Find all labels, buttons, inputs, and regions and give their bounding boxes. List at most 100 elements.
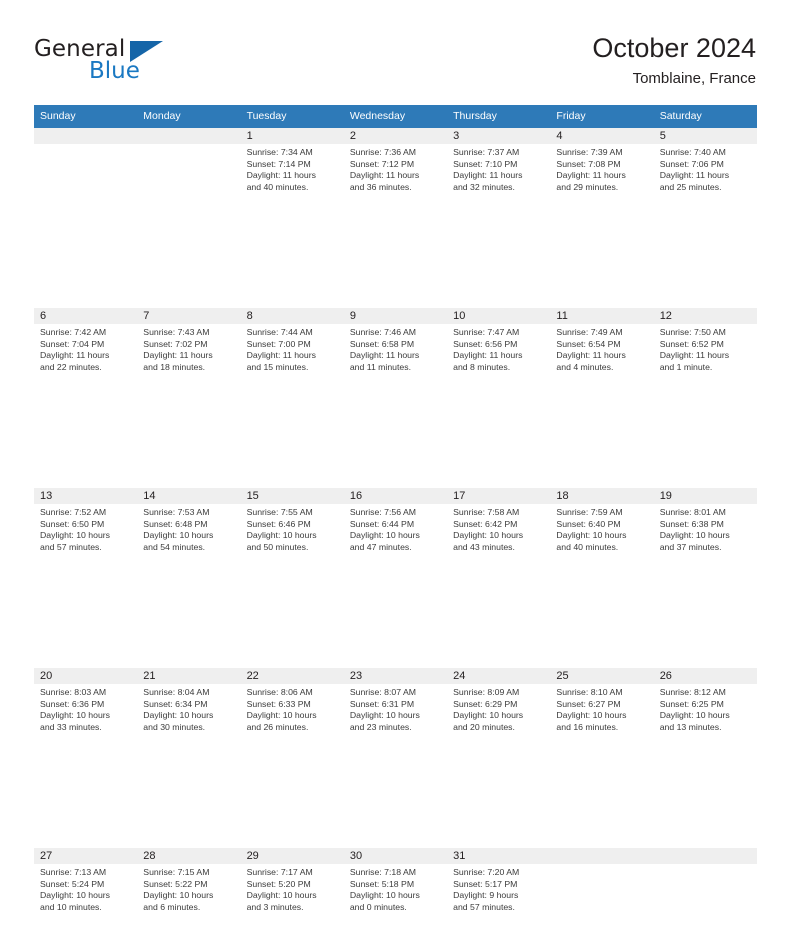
day-cell-content: 23 Sunrise: 8:07 AM Sunset: 6:31 PM Dayligh…: [343, 668, 448, 758]
calendar-day-cell[interactable]: 13 Sunrise: 7:52 AM Sunset: 6:50 PM Dayligh…: [34, 488, 138, 578]
day-number: [653, 848, 757, 864]
day-cell-content: 16 Sunrise: 7:56 AM Sunset: 6:44 PM Dayligh…: [343, 488, 448, 578]
calendar-day-cell[interactable]: 2 Sunrise: 7:36 AM Sunset: 7:12 PM Daylight…: [343, 128, 448, 218]
daylight-label-line2: and 40 minutes.: [246, 181, 309, 192]
daylight-label-line2: and 33 minutes.: [40, 721, 102, 732]
sunset-label: Sunset: 5:20 PM: [246, 878, 311, 889]
calendar-day-cell[interactable]: 1 Sunrise: 7:34 AM Sunset: 7:14 PM Daylight…: [240, 128, 344, 218]
calendar-day-cell[interactable]: 9 Sunrise: 7:46 AM Sunset: 6:58 PM Daylight…: [343, 308, 448, 398]
calendar-day-cell[interactable]: 10 Sunrise: 7:47 AM Sunset: 6:56 PM Dayligh…: [447, 308, 551, 398]
page-header: General Blue October 2024 Tomblaine, Fra…: [0, 0, 792, 100]
calendar-day-cell[interactable]: 18 Sunrise: 7:59 AM Sunset: 6:40 PM Dayligh…: [550, 488, 654, 578]
sunset-label: Sunset: 6:25 PM: [659, 698, 724, 709]
calendar-day-cell[interactable]: 5 Sunrise: 7:40 AM Sunset: 7:06 PM Daylight…: [653, 128, 757, 218]
day-number: 17: [447, 488, 551, 504]
day-cell-content: 31 Sunrise: 7:20 AM Sunset: 5:17 PM Dayligh…: [447, 848, 551, 938]
day-number: 28: [137, 848, 241, 864]
week-separator: [34, 218, 757, 308]
calendar-day-cell[interactable]: 21 Sunrise: 8:04 AM Sunset: 6:34 PM Dayligh…: [137, 668, 241, 758]
calendar-empty-cell: [550, 848, 654, 938]
day-cell-content: 29 Sunrise: 7:17 AM Sunset: 5:20 PM Dayligh…: [240, 848, 344, 938]
day-number: 25: [550, 668, 654, 684]
day-number: 23: [343, 668, 448, 684]
sunrise-label: Sunrise: 7:43 AM: [143, 327, 210, 337]
day-number: 26: [653, 668, 757, 684]
daylight-label-line2: and 3 minutes.: [246, 901, 304, 912]
calendar-day-cell[interactable]: 26 Sunrise: 8:12 AM Sunset: 6:25 PM Dayligh…: [653, 668, 757, 758]
sunrise-label: Sunrise: 7:36 AM: [349, 147, 417, 157]
calendar-day-cell[interactable]: 27 Sunrise: 7:13 AM Sunset: 5:24 PM Dayligh…: [34, 848, 138, 938]
day-details: Sunrise: 7:13 AM Sunset: 5:24 PM Daylight:…: [34, 864, 137, 913]
calendar-day-cell[interactable]: 15 Sunrise: 7:55 AM Sunset: 6:46 PM Dayligh…: [240, 488, 344, 578]
calendar-day-cell[interactable]: 3 Sunrise: 7:37 AM Sunset: 7:10 PM Daylight…: [447, 128, 551, 218]
calendar-day-cell[interactable]: 24 Sunrise: 8:09 AM Sunset: 6:29 PM Dayligh…: [447, 668, 551, 758]
calendar-day-cell[interactable]: 30 Sunrise: 7:18 AM Sunset: 5:18 PM Dayligh…: [343, 848, 448, 938]
daylight-label-line2: and 6 minutes.: [143, 901, 201, 912]
brand-logo: General Blue: [34, 36, 264, 94]
sunset-label: Sunset: 7:00 PM: [246, 338, 311, 349]
daylight-label-line2: and 29 minutes.: [556, 181, 619, 192]
daylight-label-line1: Daylight: 11 hours: [556, 170, 626, 181]
calendar-day-cell[interactable]: 14 Sunrise: 7:53 AM Sunset: 6:48 PM Dayligh…: [137, 488, 241, 578]
calendar-day-cell[interactable]: 19 Sunrise: 8:01 AM Sunset: 6:38 PM Dayligh…: [653, 488, 757, 578]
sunrise-label: Sunrise: 7:39 AM: [556, 147, 623, 157]
day-cell-content: 24 Sunrise: 8:09 AM Sunset: 6:29 PM Dayligh…: [447, 668, 551, 758]
calendar-day-cell[interactable]: 22 Sunrise: 8:06 AM Sunset: 6:33 PM Dayligh…: [240, 668, 344, 758]
calendar-day-cell[interactable]: 29 Sunrise: 7:17 AM Sunset: 5:20 PM Dayligh…: [240, 848, 344, 938]
day-number: 1: [240, 128, 344, 144]
sunrise-label: Sunrise: 7:52 AM: [40, 507, 107, 517]
day-cell-content: 5 Sunrise: 7:40 AM Sunset: 7:06 PM Daylight…: [653, 128, 757, 218]
calendar-day-cell[interactable]: 25 Sunrise: 8:10 AM Sunset: 6:27 PM Dayligh…: [550, 668, 654, 758]
day-number: 29: [240, 848, 344, 864]
daylight-label-line2: and 47 minutes.: [349, 541, 412, 552]
calendar-week-row: 13 Sunrise: 7:52 AM Sunset: 6:50 PM Dayligh…: [34, 488, 757, 578]
day-details: Sunrise: 7:43 AM Sunset: 7:02 PM Daylight:…: [137, 324, 240, 373]
day-cell-content: 15 Sunrise: 7:55 AM Sunset: 6:46 PM Dayligh…: [240, 488, 344, 578]
daylight-label-line2: and 1 minute.: [659, 361, 713, 372]
calendar-day-cell[interactable]: 17 Sunrise: 7:58 AM Sunset: 6:42 PM Dayligh…: [447, 488, 551, 578]
sunrise-label: Sunrise: 8:01 AM: [659, 507, 726, 517]
day-cell-content: [137, 128, 241, 218]
calendar-day-cell[interactable]: 8 Sunrise: 7:44 AM Sunset: 7:00 PM Daylight…: [240, 308, 344, 398]
sunset-label: Sunset: 6:40 PM: [556, 518, 621, 529]
calendar-week-row: 6 Sunrise: 7:42 AM Sunset: 7:04 PM Daylight…: [34, 308, 757, 398]
calendar-day-cell[interactable]: 16 Sunrise: 7:56 AM Sunset: 6:44 PM Dayligh…: [343, 488, 448, 578]
daylight-label-line2: and 20 minutes.: [453, 721, 515, 732]
sunrise-label: Sunrise: 7:56 AM: [349, 507, 417, 517]
sunset-label: Sunset: 6:50 PM: [40, 518, 105, 529]
day-number: 20: [34, 668, 138, 684]
daylight-label-line1: Daylight: 10 hours: [143, 530, 214, 541]
sunrise-label: Sunrise: 8:07 AM: [349, 687, 417, 697]
calendar-day-cell[interactable]: 23 Sunrise: 8:07 AM Sunset: 6:31 PM Dayligh…: [343, 668, 448, 758]
calendar-day-cell[interactable]: 31 Sunrise: 7:20 AM Sunset: 5:17 PM Dayligh…: [447, 848, 551, 938]
day-cell-content: 9 Sunrise: 7:46 AM Sunset: 6:58 PM Daylight…: [343, 308, 448, 398]
daylight-label-line1: Daylight: 11 hours: [143, 350, 213, 361]
sunrise-label: Sunrise: 7:37 AM: [453, 147, 520, 157]
sunrise-label: Sunrise: 7:58 AM: [453, 507, 520, 517]
sunrise-label: Sunrise: 8:12 AM: [659, 687, 726, 697]
daylight-label-line1: Daylight: 11 hours: [349, 170, 420, 181]
day-details: Sunrise: 7:58 AM Sunset: 6:42 PM Daylight:…: [447, 504, 550, 553]
calendar-day-cell[interactable]: 4 Sunrise: 7:39 AM Sunset: 7:08 PM Daylight…: [550, 128, 654, 218]
sunrise-label: Sunrise: 7:53 AM: [143, 507, 210, 517]
daylight-label-line2: and 57 minutes.: [40, 541, 102, 552]
calendar-day-cell[interactable]: 11 Sunrise: 7:49 AM Sunset: 6:54 PM Dayligh…: [550, 308, 654, 398]
weekday-header-friday: Friday: [550, 105, 654, 128]
sunset-label: Sunset: 6:52 PM: [659, 338, 724, 349]
day-cell-content: [550, 848, 654, 938]
day-details: [34, 144, 137, 147]
week-separator-line: [34, 578, 757, 668]
day-details: Sunrise: 7:59 AM Sunset: 6:40 PM Daylight:…: [550, 504, 653, 553]
calendar-day-cell[interactable]: 12 Sunrise: 7:50 AM Sunset: 6:52 PM Dayligh…: [653, 308, 757, 398]
day-cell-content: [34, 128, 138, 218]
sunset-label: Sunset: 6:36 PM: [40, 698, 105, 709]
calendar-day-cell[interactable]: 7 Sunrise: 7:43 AM Sunset: 7:02 PM Daylight…: [137, 308, 241, 398]
day-details: Sunrise: 8:12 AM Sunset: 6:25 PM Daylight:…: [654, 684, 757, 733]
day-details: Sunrise: 8:07 AM Sunset: 6:31 PM Daylight:…: [344, 684, 447, 733]
calendar-day-cell[interactable]: 6 Sunrise: 7:42 AM Sunset: 7:04 PM Daylight…: [34, 308, 138, 398]
day-cell-content: 8 Sunrise: 7:44 AM Sunset: 7:00 PM Daylight…: [240, 308, 344, 398]
calendar-day-cell[interactable]: 20 Sunrise: 8:03 AM Sunset: 6:36 PM Dayligh…: [34, 668, 138, 758]
calendar-day-cell[interactable]: 28 Sunrise: 7:15 AM Sunset: 5:22 PM Dayligh…: [137, 848, 241, 938]
week-separator: [34, 398, 757, 488]
day-number: 27: [34, 848, 138, 864]
